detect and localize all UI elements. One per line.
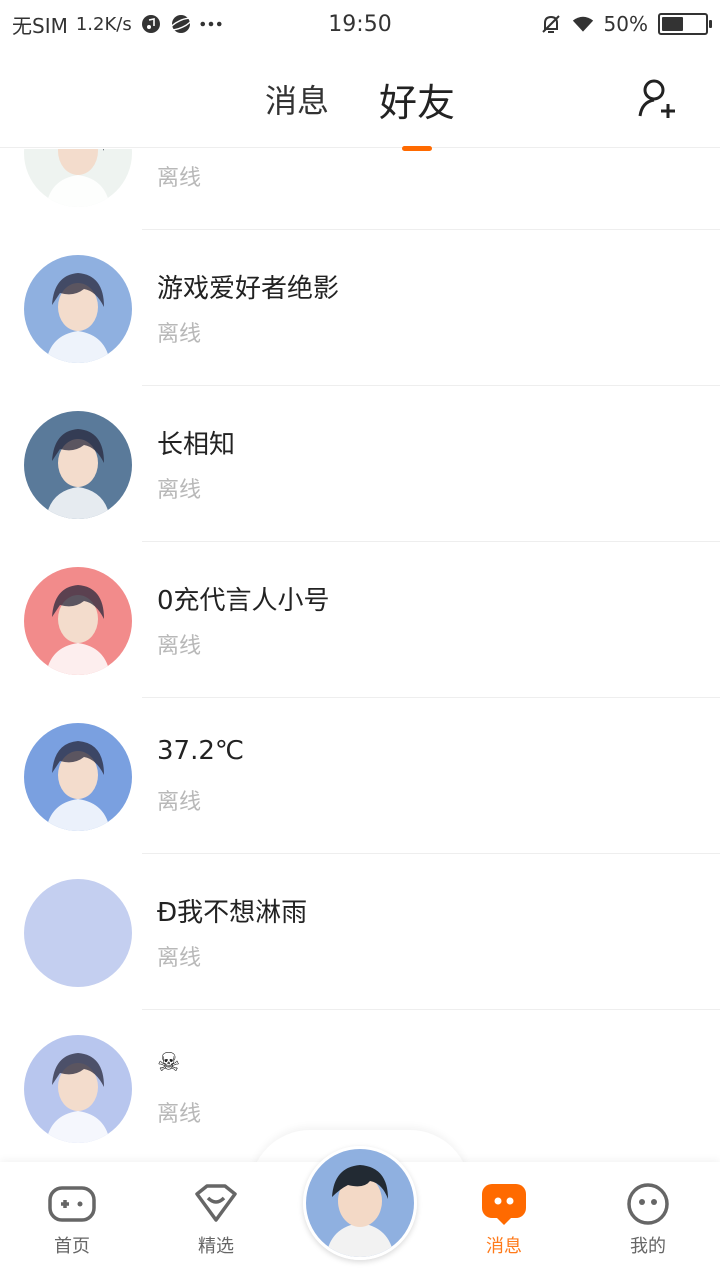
nav-messages[interactable]: 消息 [454, 1182, 554, 1258]
network-speed: 1.2K/s [75, 13, 132, 35]
nav-messages-label: 消息 [486, 1236, 522, 1257]
nav-featured-label: 精选 [198, 1236, 234, 1257]
tab-friends[interactable]: 好友 [379, 72, 455, 127]
battery-percent: 50% [603, 12, 648, 36]
tab-bar: 消息 好友 [0, 76, 720, 127]
face-icon [627, 1183, 669, 1225]
friend-name: 游戏爱好者绝影 [157, 274, 340, 304]
friend-status: 离线 [157, 1102, 202, 1127]
friend-name: 长相知 [157, 430, 236, 460]
avatar [24, 149, 132, 207]
avatar [24, 1035, 132, 1143]
avatar [24, 255, 132, 363]
nav-home-label: 首页 [54, 1236, 90, 1257]
carrier-text: 无SIM [12, 13, 68, 38]
heart-gem-icon [195, 1184, 237, 1222]
avatar [24, 411, 132, 519]
friend-row[interactable]: 离线 [0, 149, 720, 230]
friend-row[interactable]: 游戏爱好者绝影 离线 [0, 230, 720, 386]
more-dots-icon [200, 13, 222, 35]
friend-row[interactable]: 0充代言人小号 离线 [0, 542, 720, 698]
friend-status: 离线 [157, 946, 202, 971]
friend-status: 离线 [157, 322, 202, 347]
friend-row[interactable]: 37.2℃ 离线 [0, 698, 720, 854]
friend-name: 37.2℃ [157, 736, 245, 766]
friend-row[interactable]: 长相知 离线 [0, 386, 720, 542]
nav-home[interactable]: 首页 [22, 1182, 122, 1258]
friend-name: 0充代言人小号 [157, 586, 330, 616]
music-icon [140, 13, 162, 35]
avatar [24, 879, 132, 987]
nav-me[interactable]: 我的 [598, 1182, 698, 1258]
friend-status: 离线 [157, 166, 202, 191]
user-avatar [306, 1149, 414, 1257]
friend-name: Ð我不想淋雨 [157, 898, 308, 928]
friend-status: 离线 [157, 478, 202, 503]
friend-row[interactable]: Ð我不想淋雨 离线 [0, 854, 720, 1010]
center-avatar-button[interactable] [303, 1146, 417, 1260]
nav-featured[interactable]: 精选 [166, 1182, 266, 1258]
friend-name: ☠ [157, 1048, 181, 1078]
chat-bubble-icon [482, 1184, 526, 1225]
bell-muted-icon [540, 13, 562, 35]
status-bar: 无SIM 1.2K/s 19:50 50% [0, 0, 720, 48]
add-friend-button[interactable] [636, 76, 680, 120]
header: 消息 好友 [0, 48, 720, 148]
nav-me-label: 我的 [630, 1236, 666, 1257]
avatar [24, 567, 132, 675]
planet-icon [169, 13, 192, 35]
avatar [24, 723, 132, 831]
tab-messages[interactable]: 消息 [265, 76, 329, 127]
gamepad-icon [48, 1186, 96, 1222]
friend-status: 离线 [157, 634, 202, 659]
wifi-icon [572, 13, 594, 35]
friend-status: 离线 [157, 790, 202, 815]
friend-list[interactable]: 离线 游戏爱好者绝影 离线 长相知 离线 0充代言人小号 离线 37.2℃ 离线 [0, 149, 720, 1162]
add-person-icon [638, 79, 675, 118]
battery-icon [658, 13, 712, 35]
